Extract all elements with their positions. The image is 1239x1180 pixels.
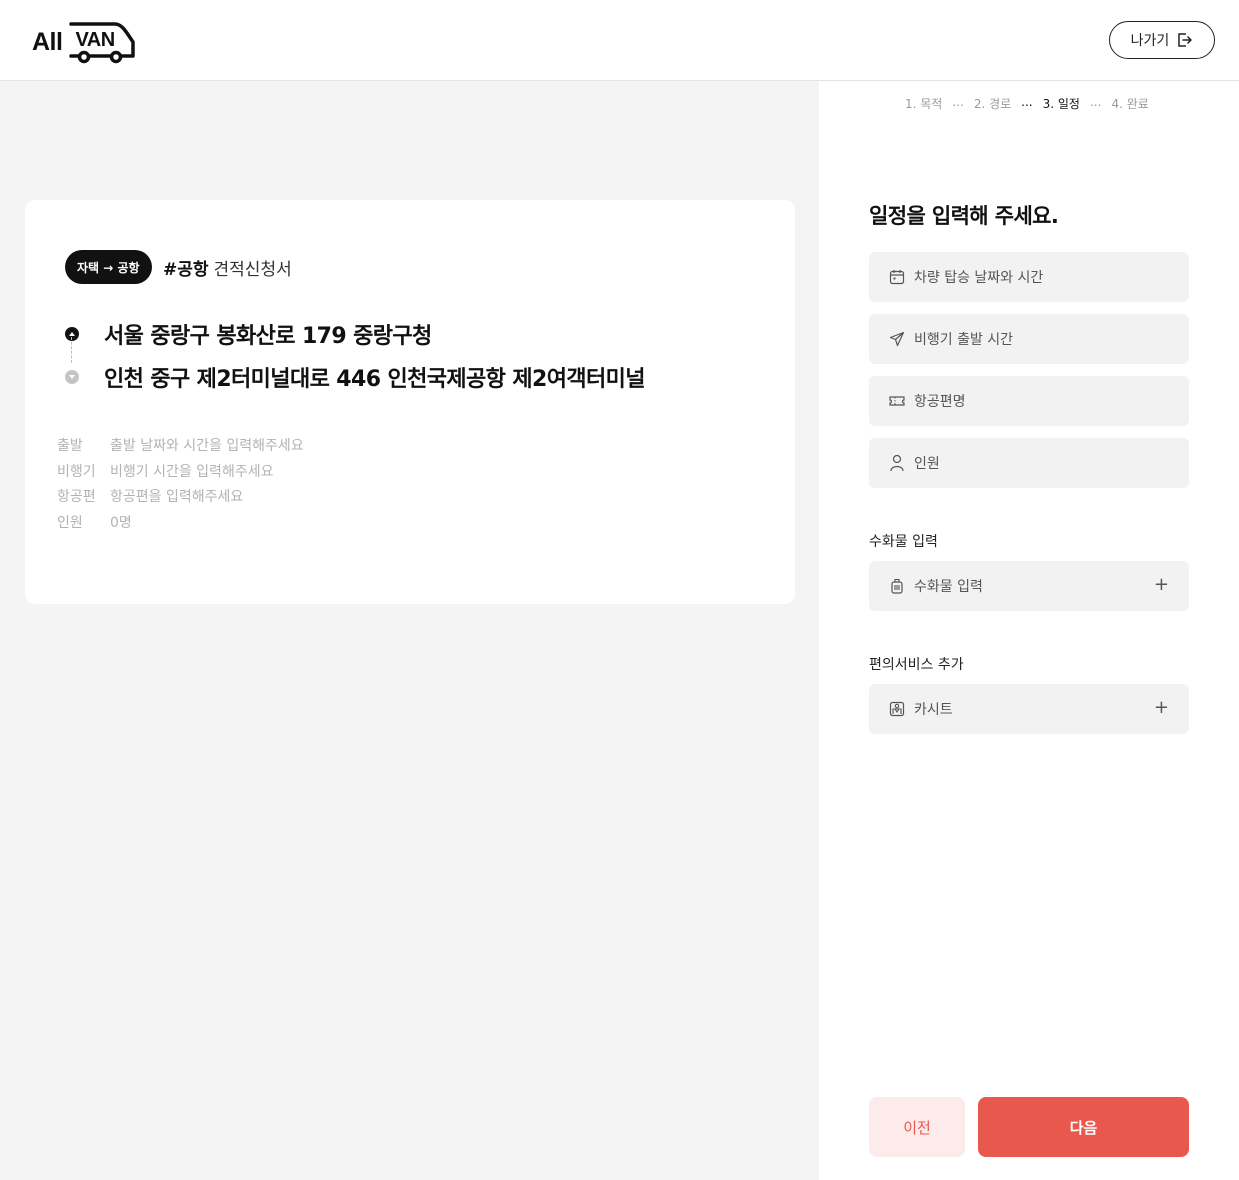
- step-separator: ...: [952, 95, 964, 109]
- logo-van-badge: VAN: [67, 20, 137, 64]
- logo-all-text: All: [32, 27, 63, 56]
- summary-details: 출발 출발 날짜와 시간을 입력해주세요 비행기 비행기 시간을 입력해주세요 …: [57, 432, 304, 535]
- service-section-label: 편의서비스 추가: [869, 657, 964, 673]
- field-label: 항공편명: [914, 394, 966, 410]
- exit-label: 나가기: [1130, 33, 1170, 49]
- destination-address: 인천 중구 제2터미널대로 446 인천국제공항 제2여객터미널: [104, 366, 646, 392]
- step-complete: 4. 완료: [1111, 97, 1149, 111]
- detail-key: 인원: [57, 514, 83, 531]
- boarding-datetime-field[interactable]: 차량 탑승 날짜와 시간: [869, 252, 1189, 302]
- step-indicator: 1. 목적 ... 2. 경로 ... 3. 일정 ... 4. 완료: [905, 95, 1149, 112]
- ticket-icon: [888, 392, 906, 410]
- car-seat-icon: [888, 700, 906, 718]
- field-label: 수화물 입력: [914, 579, 983, 595]
- detail-row-flight-number: 항공편 항공편을 입력해주세요: [57, 483, 304, 509]
- detail-row-flight-time: 비행기 비행기 시간을 입력해주세요: [57, 458, 304, 484]
- detail-key: 비행기: [57, 463, 96, 480]
- prev-button[interactable]: 이전: [869, 1097, 965, 1157]
- logout-icon: [1178, 33, 1193, 47]
- detail-value: 비행기 시간을 입력해주세요: [110, 463, 274, 480]
- next-button[interactable]: 다음: [978, 1097, 1189, 1157]
- logo-van-text: VAN: [75, 29, 115, 51]
- step-separator: ...: [1089, 95, 1102, 109]
- quote-hashtag: #공항: [163, 260, 209, 280]
- car-seat-field[interactable]: 카시트 +: [869, 684, 1189, 734]
- origin-address: 서울 중랑구 봉화산로 179 중랑구청: [104, 323, 432, 349]
- passenger-count-field[interactable]: 인원: [869, 438, 1189, 488]
- field-label: 비행기 출발 시간: [914, 332, 1014, 348]
- airplane-icon: [888, 330, 906, 348]
- route-list: 서울 중랑구 봉화산로 179 중랑구청 인천 중구 제2터미널대로 446 인…: [65, 312, 646, 398]
- route-origin: 서울 중랑구 봉화산로 179 중랑구청: [65, 312, 645, 355]
- route-connector: [71, 337, 72, 363]
- quote-title-text: 견적신청서: [213, 260, 292, 280]
- allvan-logo[interactable]: All VAN: [32, 20, 137, 64]
- detail-row-passengers: 인원 0명: [57, 509, 304, 535]
- detail-value: 0명: [110, 514, 132, 531]
- add-service-plus-icon[interactable]: +: [1154, 698, 1169, 718]
- trip-type-badge: 자택 → 공항: [65, 250, 152, 284]
- step-schedule-active: 3. 일정: [1042, 97, 1080, 111]
- quote-summary-card: 자택 → 공항 #공항 견적신청서 서울 중랑구 봉화산로 179 중랑구청 인…: [25, 200, 795, 604]
- detail-key: 항공편: [57, 489, 96, 506]
- field-label: 카시트: [914, 702, 953, 718]
- detail-row-departure: 출발 출발 날짜와 시간을 입력해주세요: [57, 432, 304, 458]
- luggage-icon: [888, 577, 906, 595]
- schedule-form-panel: 1. 목적 ... 2. 경로 ... 3. 일정 ... 4. 완료 일정을 …: [819, 81, 1239, 1180]
- destination-marker-icon: [65, 369, 79, 384]
- quote-title: #공항 견적신청서: [163, 255, 292, 280]
- detail-value: 출발 날짜와 시간을 입력해주세요: [110, 437, 304, 454]
- flight-departure-time-field[interactable]: 비행기 출발 시간: [869, 314, 1189, 364]
- field-label: 차량 탑승 날짜와 시간: [914, 270, 1044, 286]
- top-header: All VAN 나가기: [0, 0, 1239, 81]
- step-purpose: 1. 목적: [905, 97, 943, 111]
- luggage-field[interactable]: 수화물 입력 +: [869, 561, 1189, 611]
- summary-panel: 자택 → 공항 #공항 견적신청서 서울 중랑구 봉화산로 179 중랑구청 인…: [0, 81, 819, 1180]
- origin-marker-icon: [65, 326, 79, 341]
- person-icon: [888, 454, 906, 472]
- add-luggage-plus-icon[interactable]: +: [1154, 575, 1169, 595]
- calendar-icon: [888, 268, 906, 286]
- flight-number-field[interactable]: 항공편명: [869, 376, 1189, 426]
- step-route: 2. 경로: [973, 97, 1012, 111]
- form-title: 일정을 입력해 주세요.: [869, 204, 1059, 228]
- detail-key: 출발: [57, 437, 83, 454]
- step-separator: ...: [1021, 95, 1033, 109]
- exit-button[interactable]: 나가기: [1109, 21, 1215, 59]
- luggage-section-label: 수화물 입력: [869, 534, 938, 550]
- field-label: 인원: [914, 456, 940, 472]
- route-destination: 인천 중구 제2터미널대로 446 인천국제공항 제2여객터미널: [65, 355, 646, 398]
- detail-value: 항공편을 입력해주세요: [110, 489, 244, 506]
